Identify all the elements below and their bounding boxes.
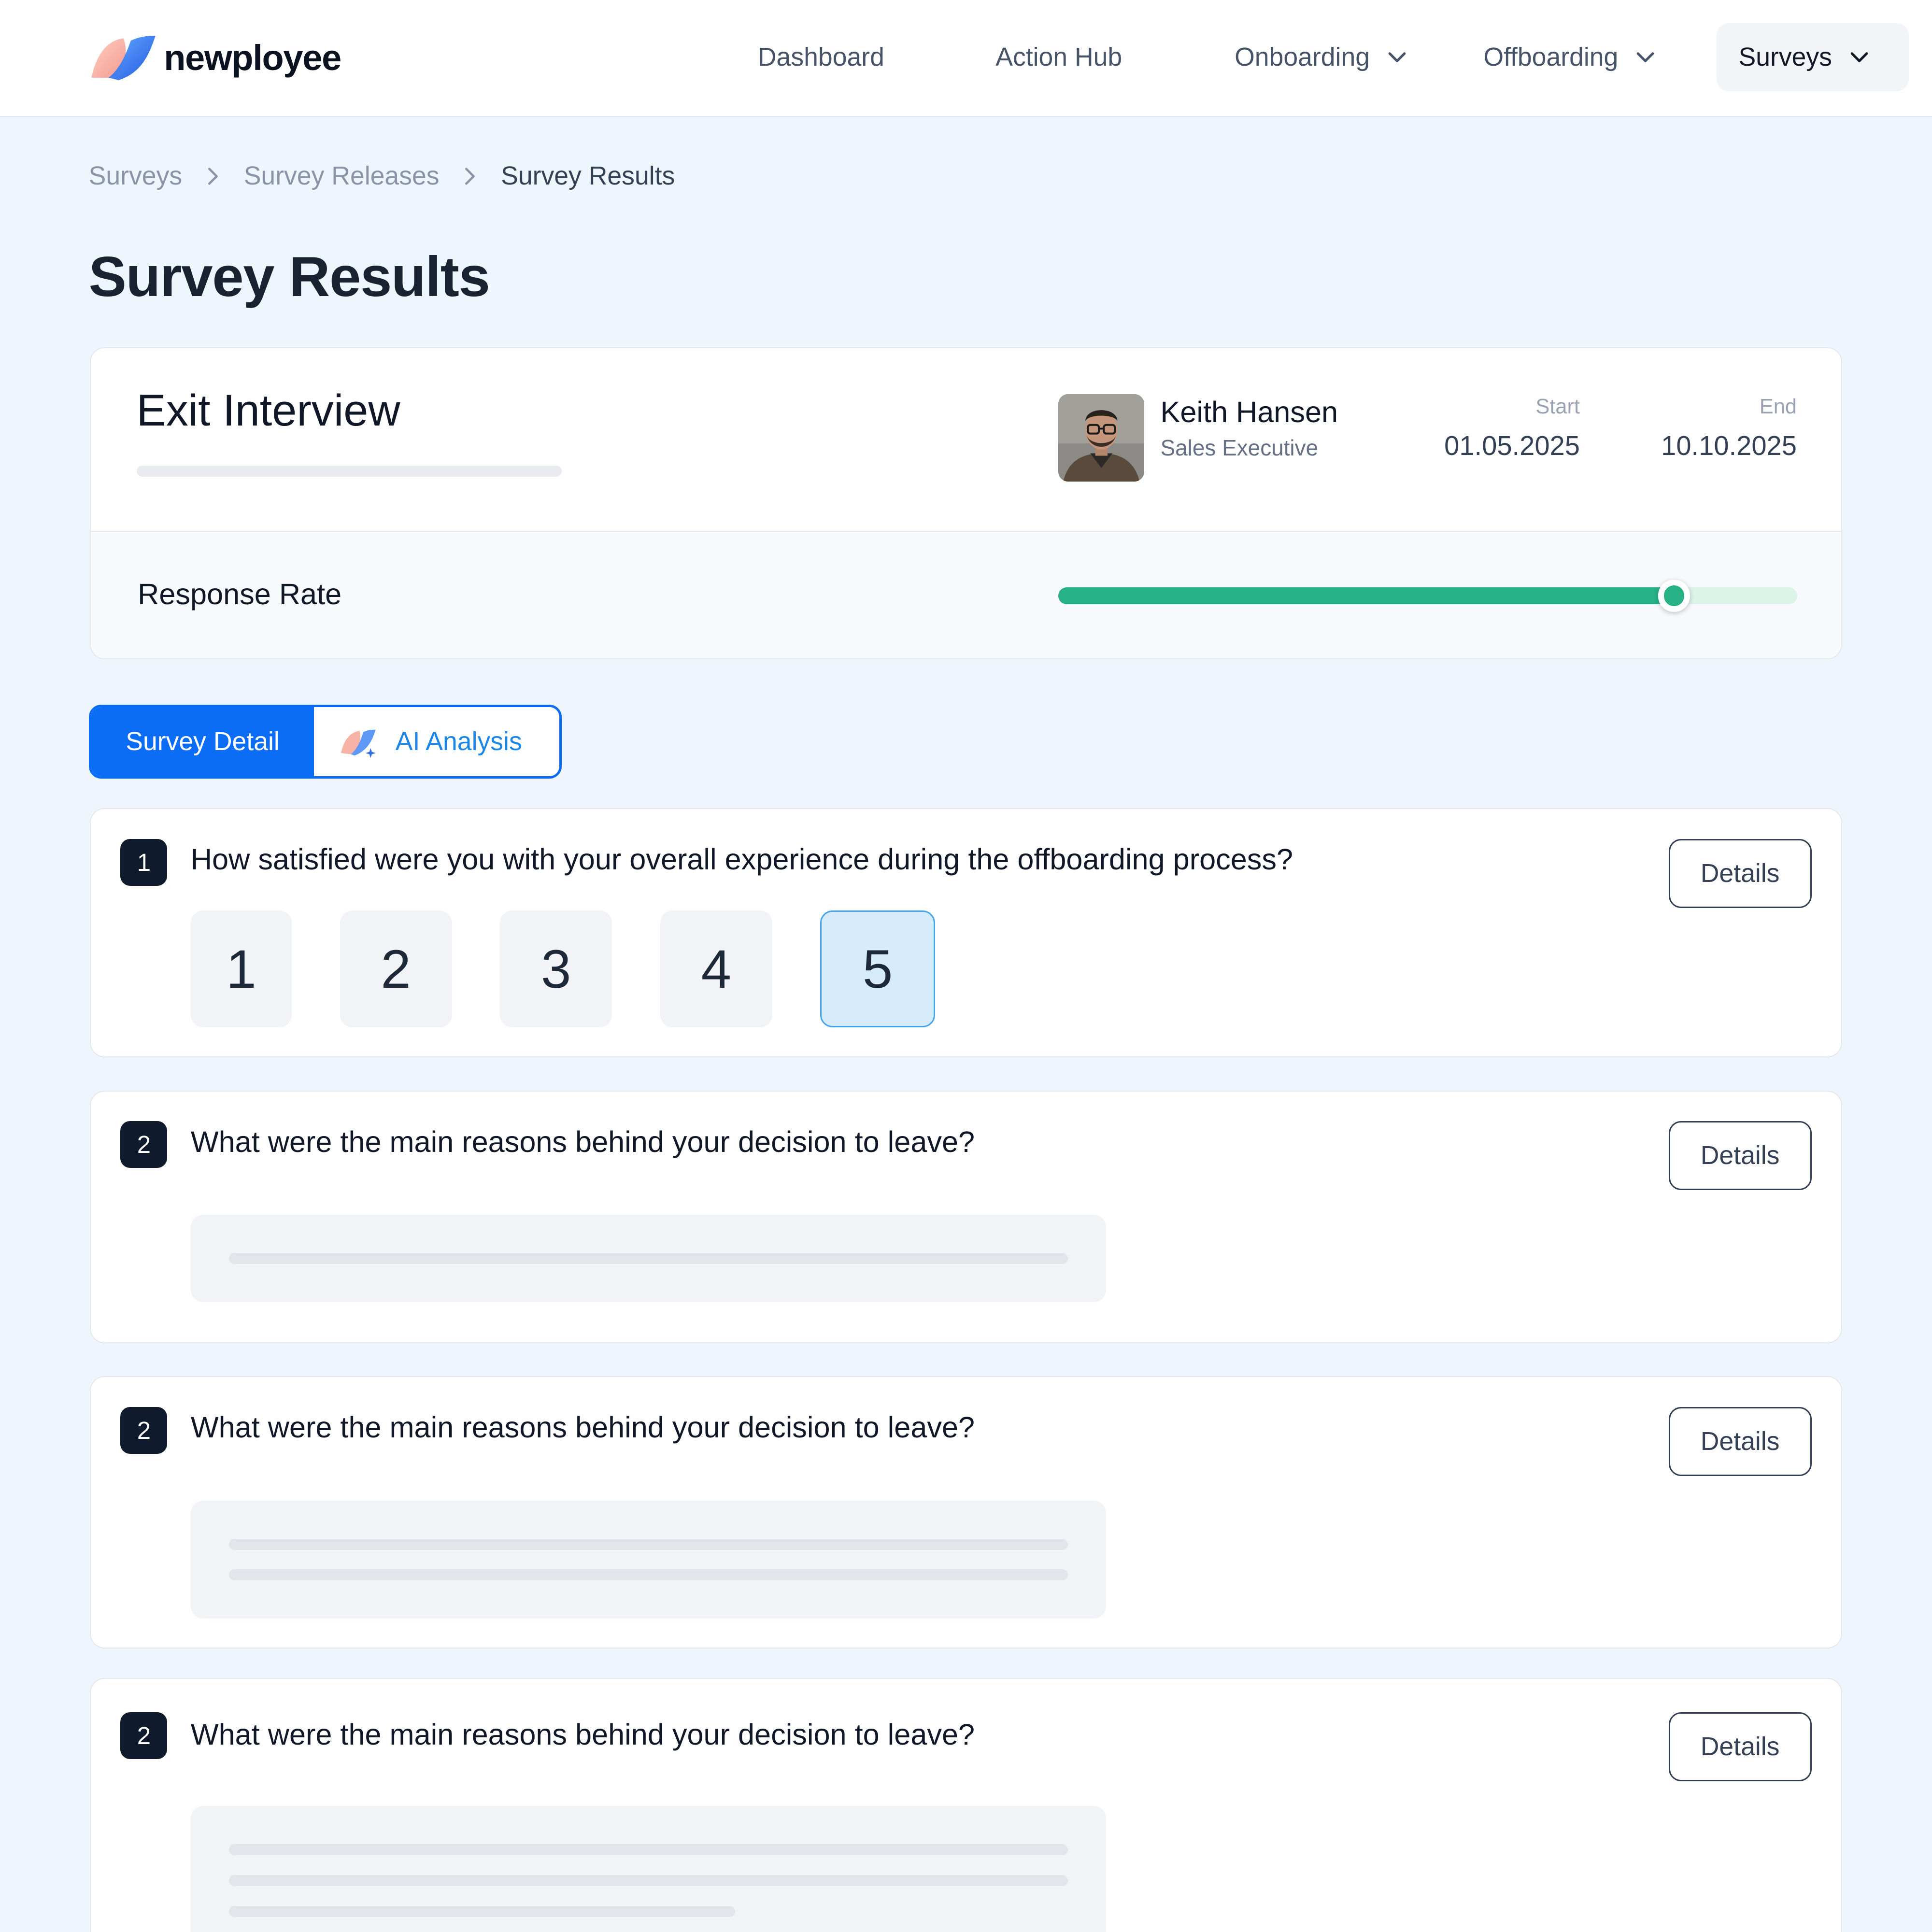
response-rate-label: Response Rate	[138, 578, 342, 611]
tab-survey-detail[interactable]: Survey Detail	[91, 707, 314, 777]
survey-summary-card: Exit Interview Keith Hansen Sales Execut…	[90, 347, 1842, 659]
question-card: 2 What were the main reasons behind your…	[90, 1090, 1842, 1343]
question-card: 1 How satisfied were you with your overa…	[90, 808, 1842, 1057]
view-tabs: Survey Detail AI Analysis	[88, 705, 562, 779]
survey-name: Exit Interview	[136, 385, 400, 435]
nav-surveys-label: Surveys	[1738, 43, 1832, 72]
chevron-right-icon	[465, 168, 475, 185]
tab-ai-analysis-label: AI Analysis	[395, 727, 522, 756]
rating-option-1: 1	[190, 910, 292, 1027]
nav-dashboard[interactable]: Dashboard	[758, 23, 884, 91]
breadcrumb-survey-releases[interactable]: Survey Releases	[244, 161, 440, 191]
response-rate-bar	[1058, 580, 1798, 612]
avatar	[1058, 394, 1145, 482]
description-placeholder	[136, 465, 562, 477]
answer-placeholder	[190, 1806, 1107, 1932]
rating-option-5-selected: 5	[820, 910, 935, 1027]
question-text: What were the main reasons behind your d…	[190, 1718, 975, 1751]
question-number-badge: 2	[120, 1121, 168, 1168]
person-photo	[1058, 394, 1145, 482]
end-date-label: End	[1759, 395, 1797, 419]
rating-option-4: 4	[660, 910, 772, 1027]
breadcrumb-survey-results: Survey Results	[501, 162, 675, 191]
page-title: Survey Results	[88, 245, 490, 309]
brand-logo[interactable]: newployee	[89, 33, 341, 83]
question-text: What were the main reasons behind your d…	[190, 1125, 975, 1158]
chevron-down-icon	[1850, 52, 1868, 62]
nav-action-hub-label: Action Hub	[995, 43, 1122, 72]
question-text: How satisfied were you with your overall…	[190, 843, 1293, 876]
question-text: What were the main reasons behind your d…	[190, 1411, 975, 1444]
nav-offboarding-dropdown[interactable]: Offboarding	[1483, 23, 1658, 91]
answer-placeholder	[190, 1500, 1107, 1619]
details-button[interactable]: Details	[1668, 1712, 1812, 1782]
answer-line-placeholder	[228, 1844, 1068, 1856]
person-role: Sales Executive	[1160, 435, 1319, 460]
tab-survey-detail-label: Survey Detail	[126, 727, 280, 756]
details-button[interactable]: Details	[1668, 838, 1812, 908]
nav-surveys-dropdown[interactable]: Surveys	[1716, 23, 1909, 91]
tab-ai-analysis[interactable]: AI Analysis	[314, 707, 560, 777]
answer-line-placeholder	[228, 1569, 1068, 1581]
brand-name: newployee	[164, 38, 341, 78]
nav-offboarding-label: Offboarding	[1483, 43, 1619, 72]
newployee-logo-icon	[91, 35, 156, 80]
ai-sparkle-icon	[341, 729, 376, 758]
rating-option-3: 3	[500, 910, 612, 1027]
nav-onboarding-label: Onboarding	[1235, 43, 1370, 72]
breadcrumb: Surveys Survey Releases Survey Results	[89, 158, 675, 195]
details-button[interactable]: Details	[1668, 1121, 1812, 1190]
rating-option-2: 2	[340, 910, 452, 1027]
start-date-label: Start	[1535, 395, 1580, 419]
nav-onboarding-dropdown[interactable]: Onboarding	[1235, 23, 1409, 91]
chevron-down-icon	[1636, 52, 1654, 62]
person-name: Keith Hansen	[1160, 396, 1338, 429]
details-button[interactable]: Details	[1668, 1406, 1812, 1476]
answer-placeholder	[190, 1214, 1107, 1302]
answer-line-placeholder	[228, 1905, 736, 1917]
answer-line-placeholder	[228, 1875, 1068, 1887]
start-date-value: 01.05.2025	[1444, 430, 1580, 461]
question-card: 2 What were the main reasons behind your…	[90, 1376, 1842, 1649]
question-card: 2 What were the main reasons behind your…	[90, 1678, 1842, 1932]
top-navigation-bar: newployee Dashboard Action Hub Onboardin…	[0, 0, 1932, 117]
answer-line-placeholder	[228, 1252, 1068, 1264]
chevron-right-icon	[208, 168, 218, 185]
breadcrumb-surveys[interactable]: Surveys	[89, 161, 182, 191]
question-number-badge: 2	[120, 1406, 168, 1454]
question-number-badge: 1	[120, 838, 168, 886]
nav-action-hub[interactable]: Action Hub	[995, 23, 1122, 91]
end-date-value: 10.10.2025	[1661, 430, 1797, 461]
question-number-badge: 2	[120, 1712, 168, 1760]
answer-line-placeholder	[228, 1538, 1068, 1550]
response-rate-indicator	[1658, 580, 1690, 612]
response-rate-section: Response Rate	[91, 530, 1841, 658]
chevron-down-icon	[1388, 52, 1406, 62]
response-rate-fill	[1058, 587, 1674, 605]
nav-dashboard-label: Dashboard	[757, 43, 884, 72]
